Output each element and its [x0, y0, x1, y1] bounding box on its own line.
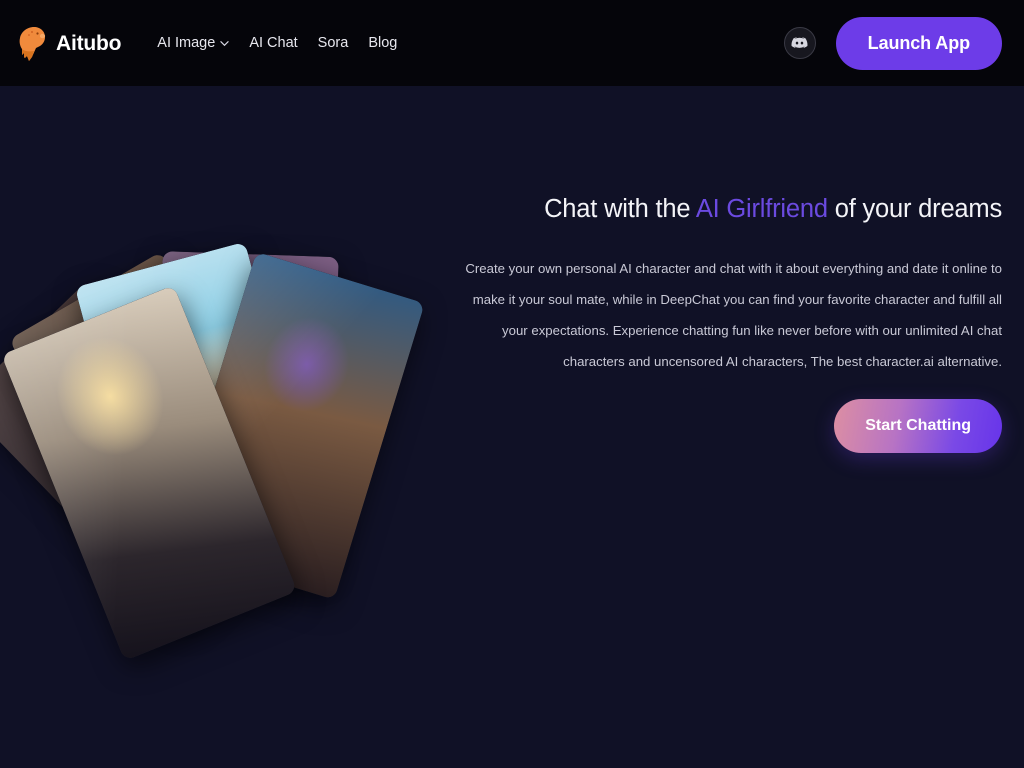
capybara-mascot-icon	[19, 27, 46, 61]
hero-copy: Chat with the AI Girlfriend of your drea…	[456, 194, 1002, 453]
nav-item-label: AI Image	[157, 34, 216, 51]
nav-item-label: AI Chat	[249, 34, 298, 51]
launch-app-button[interactable]: Launch App	[835, 16, 1002, 70]
nav-item-ai-chat[interactable]: AI Chat	[249, 36, 297, 51]
nav-item-label: Blog	[368, 34, 398, 51]
hero-paragraph: Create your own personal AI character an…	[465, 260, 1002, 369]
brand-logo-link[interactable]: Aitubo	[18, 24, 121, 62]
headline-part-after: of your dreams	[827, 195, 1002, 223]
headline-part-before: Chat with the	[544, 195, 696, 223]
discord-link[interactable]	[783, 27, 816, 59]
headline-accent: AI Girlfriend	[695, 195, 828, 223]
ai-character-card-fan	[0, 146, 430, 666]
chevron-down-icon	[220, 40, 229, 46]
nav-item-sora[interactable]: Sora	[318, 36, 349, 51]
hero-headline: Chat with the AI Girlfriend of your drea…	[456, 194, 1002, 226]
brand-name: Aitubo	[56, 31, 122, 55]
nav-item-label: Sora	[317, 34, 349, 51]
nav-item-ai-image[interactable]: AI Image	[157, 36, 229, 51]
nav-item-blog[interactable]: Blog	[368, 36, 397, 51]
start-chatting-button[interactable]: Start Chatting	[834, 398, 1002, 453]
header-actions: Launch App	[783, 16, 1002, 70]
discord-icon	[791, 36, 808, 48]
hero-section: Chat with the AI Girlfriend of your drea…	[0, 86, 1024, 768]
site-header: Aitubo AI Image AI Chat Sora Blog Launch…	[0, 0, 1024, 86]
main-nav: AI Image AI Chat Sora Blog	[157, 36, 397, 51]
